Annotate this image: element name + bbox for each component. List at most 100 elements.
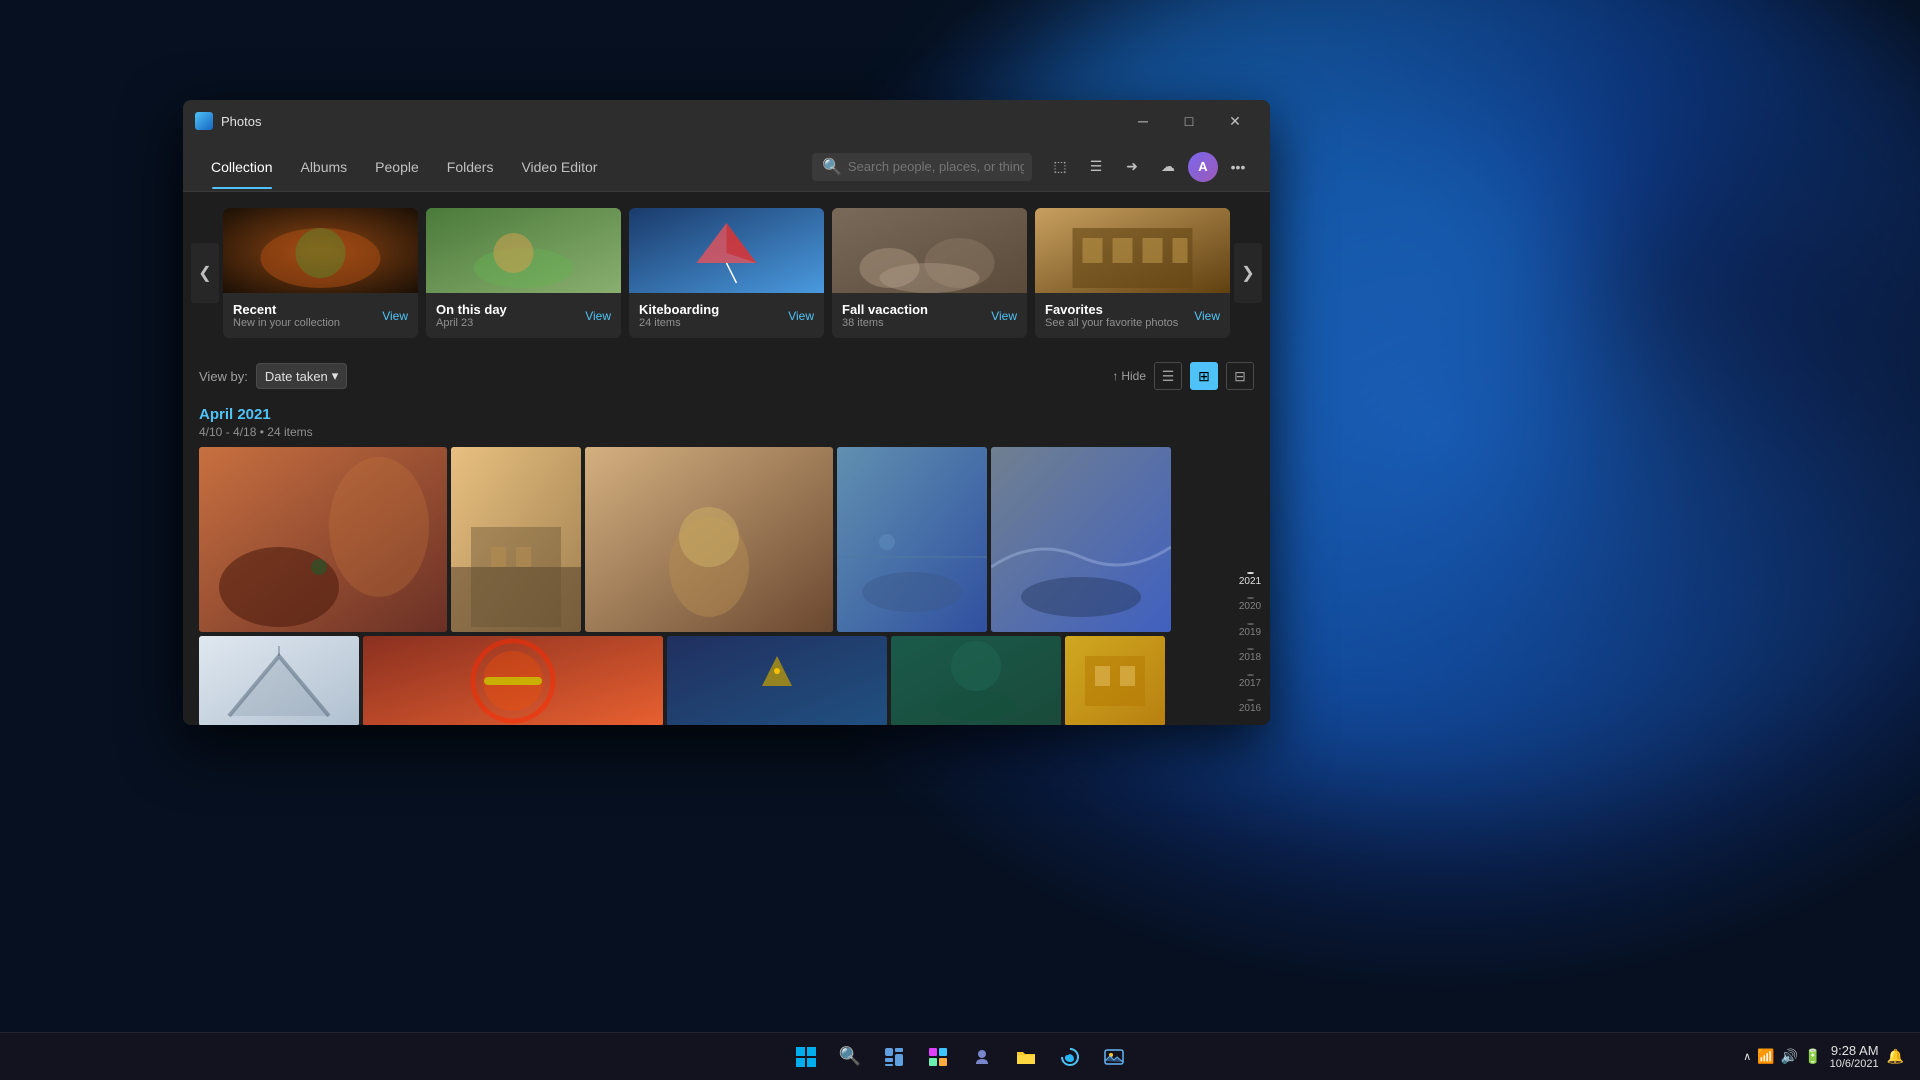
photo-cell-1[interactable] — [199, 447, 447, 632]
tab-folders[interactable]: Folders — [435, 153, 506, 181]
search-box[interactable]: 🔍 — [812, 153, 1032, 181]
timeline-label-2019[interactable]: 2019 — [1239, 627, 1261, 639]
hide-button[interactable]: ↑ Hide — [1112, 369, 1146, 383]
explorer-taskbar-button[interactable] — [1006, 1037, 1046, 1077]
card-text-favorites: Favorites See all your favorite photos — [1045, 302, 1178, 329]
timeline-label-2016[interactable]: 2016 — [1239, 703, 1261, 715]
clock[interactable]: 9:28 AM 10/6/2021 — [1830, 1043, 1879, 1070]
taskbar-center: 🔍 — [786, 1037, 1134, 1077]
avatar[interactable]: A — [1188, 152, 1218, 182]
filter-button[interactable]: ☰ — [1080, 151, 1112, 183]
toolbar-icons: ⬚ ☰ ➜ ☁ A ••• — [1044, 151, 1254, 183]
timeline-dot-2020[interactable] — [1247, 597, 1254, 599]
photo-cell-5[interactable] — [991, 447, 1171, 632]
carousel-card-kiteboarding[interactable]: Kiteboarding 24 items View — [629, 208, 824, 338]
photo-cell-10[interactable] — [1065, 636, 1165, 725]
carousel-card-recent[interactable]: Recent New in your collection View — [223, 208, 418, 338]
card-view-recent[interactable]: View — [382, 309, 408, 323]
view-by-bar: View by: Date taken ▾ ↑ Hide ☰ ⊞ ⊟ — [183, 354, 1270, 398]
card-subtitle-on-this-day: April 23 — [436, 317, 507, 329]
chevron-up-icon: ↑ — [1112, 369, 1118, 383]
timeline-dot-2018[interactable] — [1247, 648, 1254, 650]
photo-cell-9[interactable] — [891, 636, 1061, 725]
date-taken-dropdown[interactable]: Date taken ▾ — [256, 363, 347, 389]
wifi-icon: 📶 — [1757, 1048, 1774, 1065]
card-text-fall-vacation: Fall vacaction 38 items — [842, 302, 928, 329]
tab-video-editor[interactable]: Video Editor — [509, 153, 609, 181]
card-thumbnail-kiteboarding — [629, 208, 824, 293]
tab-people[interactable]: People — [363, 153, 431, 181]
store-taskbar-button[interactable] — [918, 1037, 958, 1077]
card-info-recent: Recent New in your collection View — [223, 293, 418, 338]
card-title-on-this-day: On this day — [436, 302, 507, 317]
start-button[interactable] — [786, 1037, 826, 1077]
timeline-dot-2017[interactable] — [1247, 674, 1254, 676]
photo-row-2 — [199, 636, 1254, 725]
minimize-button[interactable]: ─ — [1120, 105, 1166, 137]
carousel-prev[interactable]: ❮ — [191, 243, 219, 303]
card-subtitle-favorites: See all your favorite photos — [1045, 317, 1178, 329]
teams-taskbar-button[interactable] — [962, 1037, 1002, 1077]
photo-cell-6[interactable] — [199, 636, 359, 725]
content-area: ❮ — [183, 192, 1270, 725]
app-title: Photos — [221, 114, 261, 129]
photos-taskbar-button[interactable] — [1094, 1037, 1134, 1077]
photo-cell-4[interactable] — [837, 447, 987, 632]
layout-grid-button[interactable]: ⊞ — [1190, 362, 1218, 390]
slideshow-button[interactable]: ➜ — [1116, 151, 1148, 183]
cloud-button[interactable]: ☁ — [1152, 151, 1184, 183]
more-button[interactable]: ••• — [1222, 151, 1254, 183]
date-range: 4/10 - 4/18 — [199, 425, 256, 439]
photo-cell-7[interactable] — [363, 636, 663, 725]
close-button[interactable]: ✕ — [1212, 105, 1258, 137]
timeline-dot-2016[interactable] — [1247, 699, 1254, 701]
timeline-dot-2019[interactable] — [1247, 623, 1254, 625]
chevron-up-tray-icon[interactable]: ∧ — [1743, 1050, 1751, 1063]
card-text-on-this-day: On this day April 23 — [436, 302, 507, 329]
card-view-kiteboarding[interactable]: View — [788, 309, 814, 323]
card-view-on-this-day[interactable]: View — [585, 309, 611, 323]
edge-taskbar-button[interactable] — [1050, 1037, 1090, 1077]
maximize-button[interactable]: □ — [1166, 105, 1212, 137]
card-view-favorites[interactable]: View — [1194, 309, 1220, 323]
tab-collection[interactable]: Collection — [199, 153, 284, 181]
notification-icon[interactable]: 🔔 — [1887, 1048, 1904, 1065]
photo-count: 24 items — [267, 425, 312, 439]
card-info-kiteboarding: Kiteboarding 24 items View — [629, 293, 824, 338]
timeline-dot-2021[interactable] — [1247, 572, 1254, 574]
timeline-label-2017[interactable]: 2017 — [1239, 678, 1261, 690]
widgets-button[interactable] — [874, 1037, 914, 1077]
chevron-down-icon: ▾ — [332, 368, 339, 384]
carousel-card-on-this-day[interactable]: On this day April 23 View — [426, 208, 621, 338]
carousel-card-fall-vacation[interactable]: Fall vacaction 38 items View — [832, 208, 1027, 338]
photo-cell-8[interactable] — [667, 636, 887, 725]
section-date: April 2021 — [199, 406, 1254, 423]
photo-cell-3[interactable] — [585, 447, 833, 632]
photo-row-1 — [199, 447, 1254, 632]
view-by-label: View by: — [199, 369, 248, 384]
view-by-left: View by: Date taken ▾ — [199, 363, 347, 389]
card-view-fall-vacation[interactable]: View — [991, 309, 1017, 323]
carousel-card-favorites[interactable]: Favorites See all your favorite photos V… — [1035, 208, 1230, 338]
timeline-label-2021[interactable]: 2021 — [1239, 576, 1261, 588]
carousel-track: Recent New in your collection View — [223, 208, 1230, 338]
search-taskbar-button[interactable]: 🔍 — [830, 1037, 870, 1077]
import-button[interactable]: ⬚ — [1044, 151, 1076, 183]
section-range: 4/10 - 4/18 • 24 items — [199, 425, 1254, 439]
timeline-label-2018[interactable]: 2018 — [1239, 652, 1261, 664]
photo-cell-2[interactable] — [451, 447, 581, 632]
card-text-recent: Recent New in your collection — [233, 302, 340, 329]
card-subtitle-kiteboarding: 24 items — [639, 317, 719, 329]
system-tray: ∧ 📶 🔊 🔋 — [1743, 1048, 1821, 1065]
carousel-next[interactable]: ❯ — [1234, 243, 1262, 303]
layout-list-button[interactable]: ☰ — [1154, 362, 1182, 390]
nav-tabs: Collection Albums People Folders Video E… — [199, 153, 808, 181]
card-title-favorites: Favorites — [1045, 302, 1178, 317]
app-icon — [195, 112, 213, 130]
tab-albums[interactable]: Albums — [288, 153, 359, 181]
title-bar: Photos ─ □ ✕ — [183, 100, 1270, 142]
layout-large-button[interactable]: ⊟ — [1226, 362, 1254, 390]
timeline-label-2020[interactable]: 2020 — [1239, 601, 1261, 613]
search-input[interactable] — [848, 159, 1024, 174]
taskbar-right: ∧ 📶 🔊 🔋 9:28 AM 10/6/2021 🔔 — [1743, 1043, 1904, 1070]
